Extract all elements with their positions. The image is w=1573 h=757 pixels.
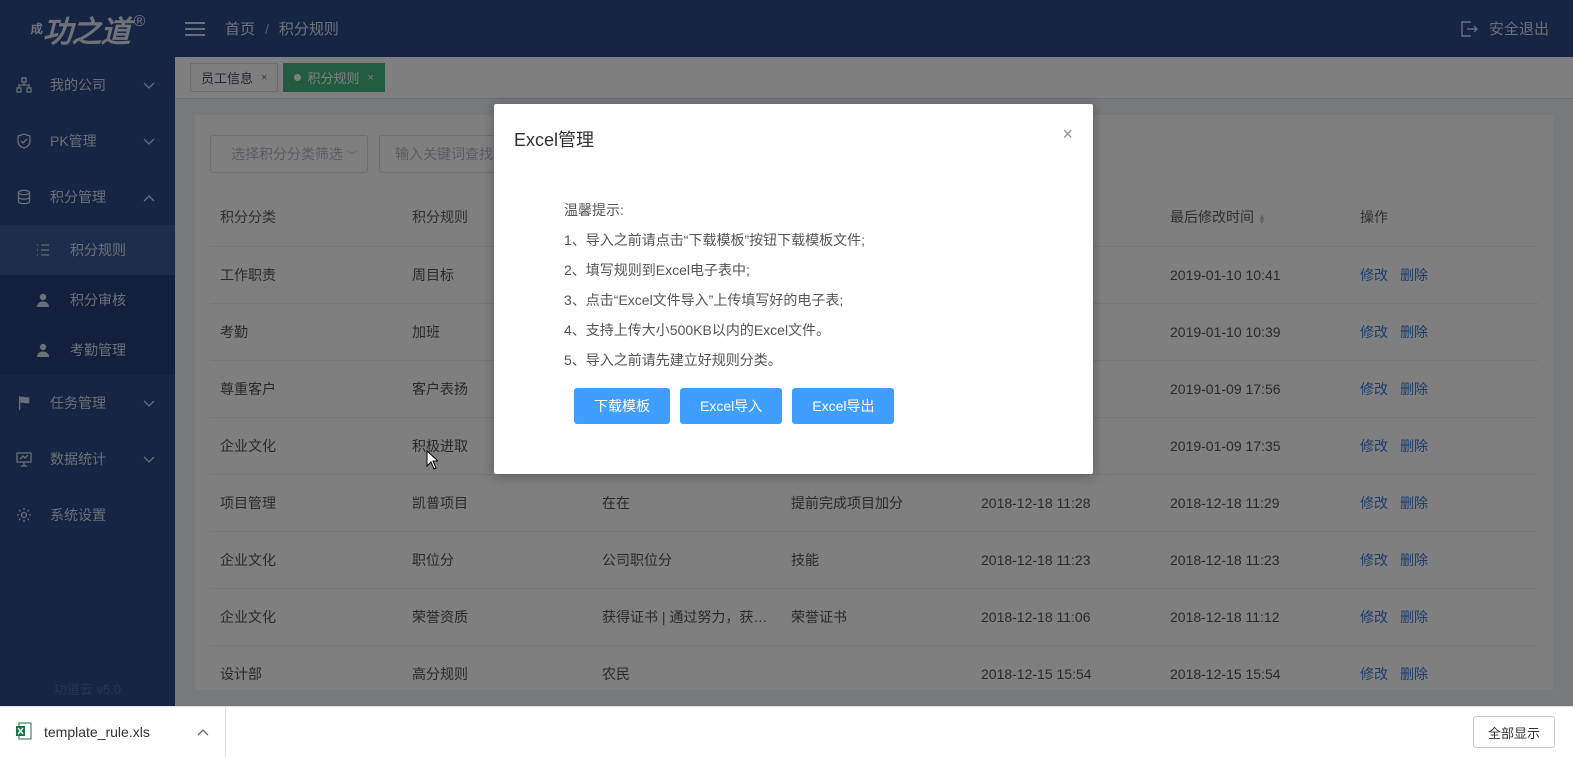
tip-item: 2、填写规则到Excel电子表中; bbox=[564, 262, 750, 278]
modal-title: Excel管理 bbox=[514, 130, 595, 150]
download-bar: template_rule.xls 全部显示 bbox=[0, 706, 1573, 757]
download-filename: template_rule.xls bbox=[44, 724, 150, 740]
chevron-up-icon[interactable] bbox=[197, 725, 209, 739]
mouse-cursor-icon bbox=[426, 449, 440, 473]
excel-modal: Excel管理 × 温馨提示: 1、导入之前请点击“下载模板”按钮下载模板文件;… bbox=[494, 104, 1093, 474]
tip-item: 1、导入之前请点击“下载模板”按钮下载模板文件; bbox=[564, 232, 865, 248]
tip-item: 3、点击“Excel文件导入”上传填写好的电子表; bbox=[564, 292, 844, 308]
tips-heading: 温馨提示: bbox=[564, 202, 624, 218]
show-all-button[interactable]: 全部显示 bbox=[1472, 716, 1555, 748]
tip-item: 5、导入之前请先建立好规则分类。 bbox=[564, 352, 782, 368]
close-icon[interactable]: × bbox=[1062, 124, 1073, 145]
tips-list: 温馨提示: 1、导入之前请点击“下载模板”按钮下载模板文件; 2、填写规则到Ex… bbox=[564, 200, 865, 380]
excel-import-button[interactable]: Excel导入 bbox=[680, 388, 783, 424]
download-template-button[interactable]: 下载模板 bbox=[574, 388, 670, 424]
download-item[interactable]: template_rule.xls bbox=[0, 706, 226, 757]
modal-buttons: 下载模板 Excel导入 Excel导出 bbox=[574, 388, 895, 424]
excel-export-button[interactable]: Excel导出 bbox=[792, 388, 895, 424]
excel-file-icon bbox=[16, 722, 32, 743]
tip-item: 4、支持上传大小500KB以内的Excel文件。 bbox=[564, 322, 831, 338]
